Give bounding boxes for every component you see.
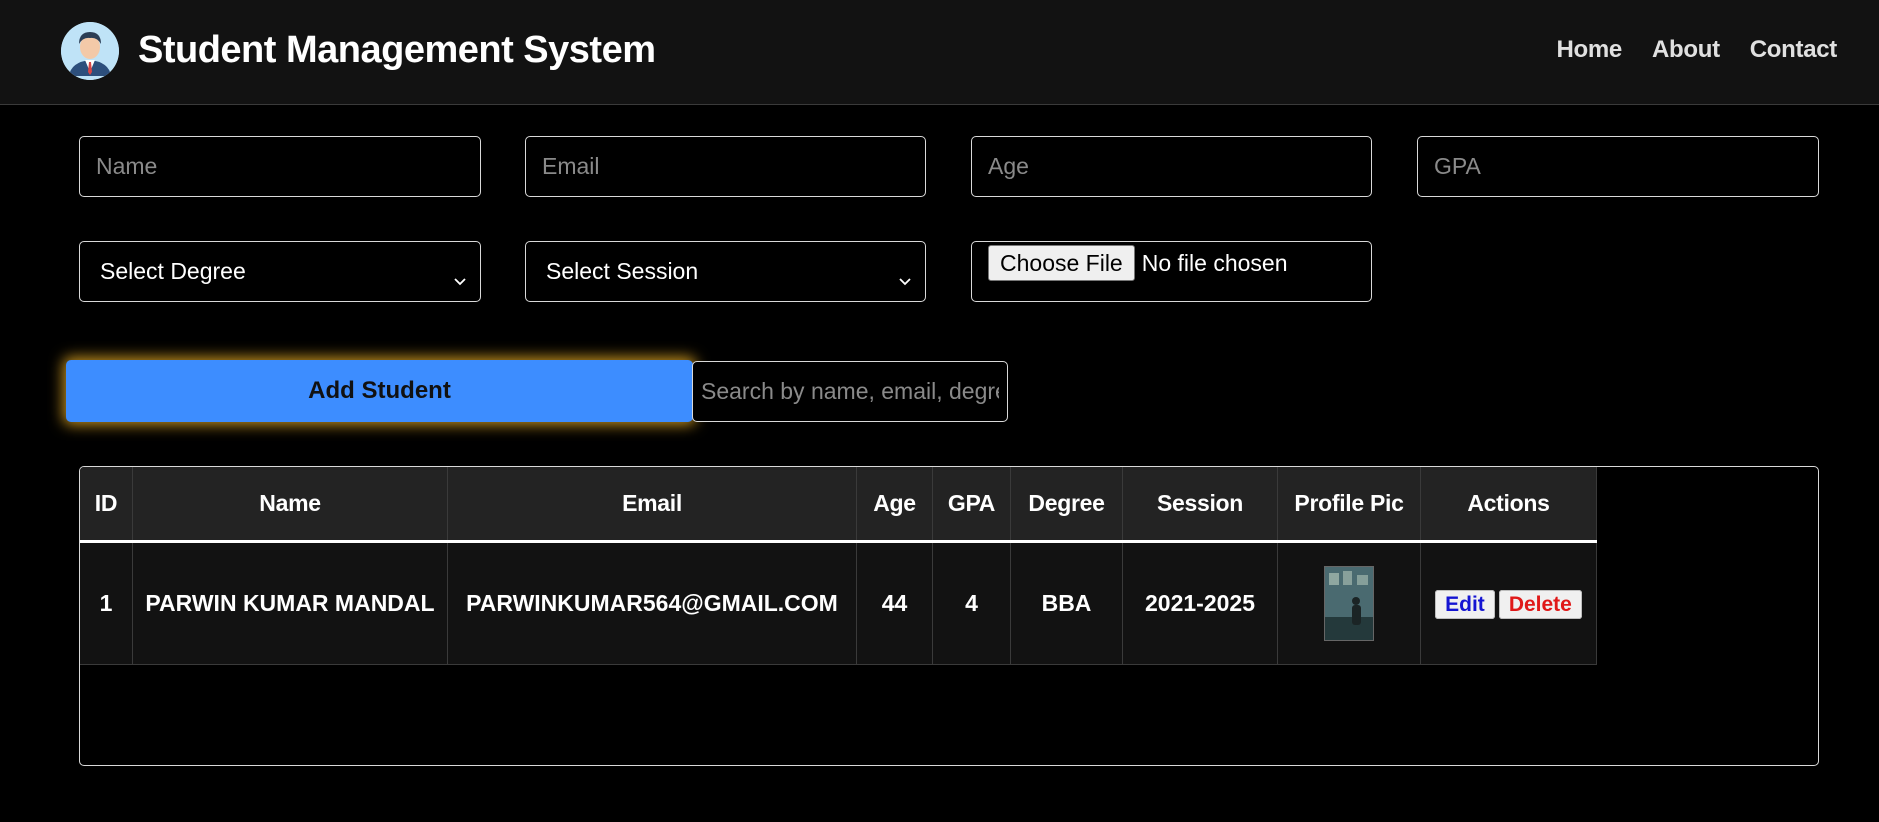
gpa-input[interactable]: [1417, 136, 1819, 197]
profile-pic-file-input: Choose File No file chosen: [971, 241, 1372, 302]
edit-button[interactable]: Edit: [1435, 589, 1495, 619]
chevron-down-icon: [454, 266, 466, 285]
chevron-down-icon: [899, 266, 911, 285]
cell-degree: BBA: [1010, 541, 1123, 665]
nav-contact-link[interactable]: Contact: [1750, 34, 1838, 66]
delete-button[interactable]: Delete: [1498, 589, 1582, 619]
choose-file-button[interactable]: Choose File: [988, 245, 1135, 281]
column-header-profile-pic: Profile Pic: [1277, 467, 1421, 543]
table-header-row: ID Name Email Age GPA Degree Session Pro…: [80, 467, 1597, 543]
name-input[interactable]: [79, 136, 481, 197]
app-header: Student Management System Home About Con…: [0, 0, 1879, 105]
session-select[interactable]: Select Session: [525, 241, 926, 302]
file-status-text: No file chosen: [1141, 250, 1288, 276]
search-input[interactable]: [692, 361, 1008, 422]
column-header-gpa: GPA: [932, 467, 1011, 543]
column-header-actions: Actions: [1420, 467, 1597, 543]
degree-select-value: Select Degree: [100, 258, 246, 284]
column-header-name: Name: [132, 467, 448, 543]
profile-pic-thumbnail: [1324, 566, 1374, 641]
column-header-id: ID: [80, 467, 133, 543]
student-avatar-icon: [61, 22, 119, 80]
cell-email: PARWINKUMAR564@GMAIL.COM: [447, 541, 857, 665]
cell-profile-pic: [1277, 541, 1421, 665]
column-header-age: Age: [856, 467, 933, 543]
top-nav: Home About Contact: [1556, 34, 1837, 66]
nav-home-link[interactable]: Home: [1556, 34, 1622, 66]
column-header-degree: Degree: [1010, 467, 1123, 543]
add-student-button[interactable]: Add Student: [66, 360, 693, 422]
students-table: ID Name Email Age GPA Degree Session Pro…: [80, 467, 1597, 665]
cell-gpa: 4: [932, 541, 1011, 665]
cell-name: PARWIN KUMAR MANDAL: [132, 541, 448, 665]
app-title: Student Management System: [138, 29, 656, 71]
cell-session: 2021-2025: [1122, 541, 1278, 665]
cell-id: 1: [80, 541, 133, 665]
table-row: 1 PARWIN KUMAR MANDAL PARWINKUMAR564@GMA…: [80, 541, 1597, 665]
age-input[interactable]: [971, 136, 1372, 197]
column-header-session: Session: [1122, 467, 1278, 543]
column-header-email: Email: [447, 467, 857, 543]
cell-age: 44: [856, 541, 933, 665]
nav-about-link[interactable]: About: [1652, 34, 1720, 66]
email-input[interactable]: [525, 136, 926, 197]
cell-actions: Edit Delete: [1420, 541, 1597, 665]
students-table-container: ID Name Email Age GPA Degree Session Pro…: [79, 466, 1819, 766]
degree-select[interactable]: Select Degree: [79, 241, 481, 302]
session-select-value: Select Session: [546, 258, 699, 284]
